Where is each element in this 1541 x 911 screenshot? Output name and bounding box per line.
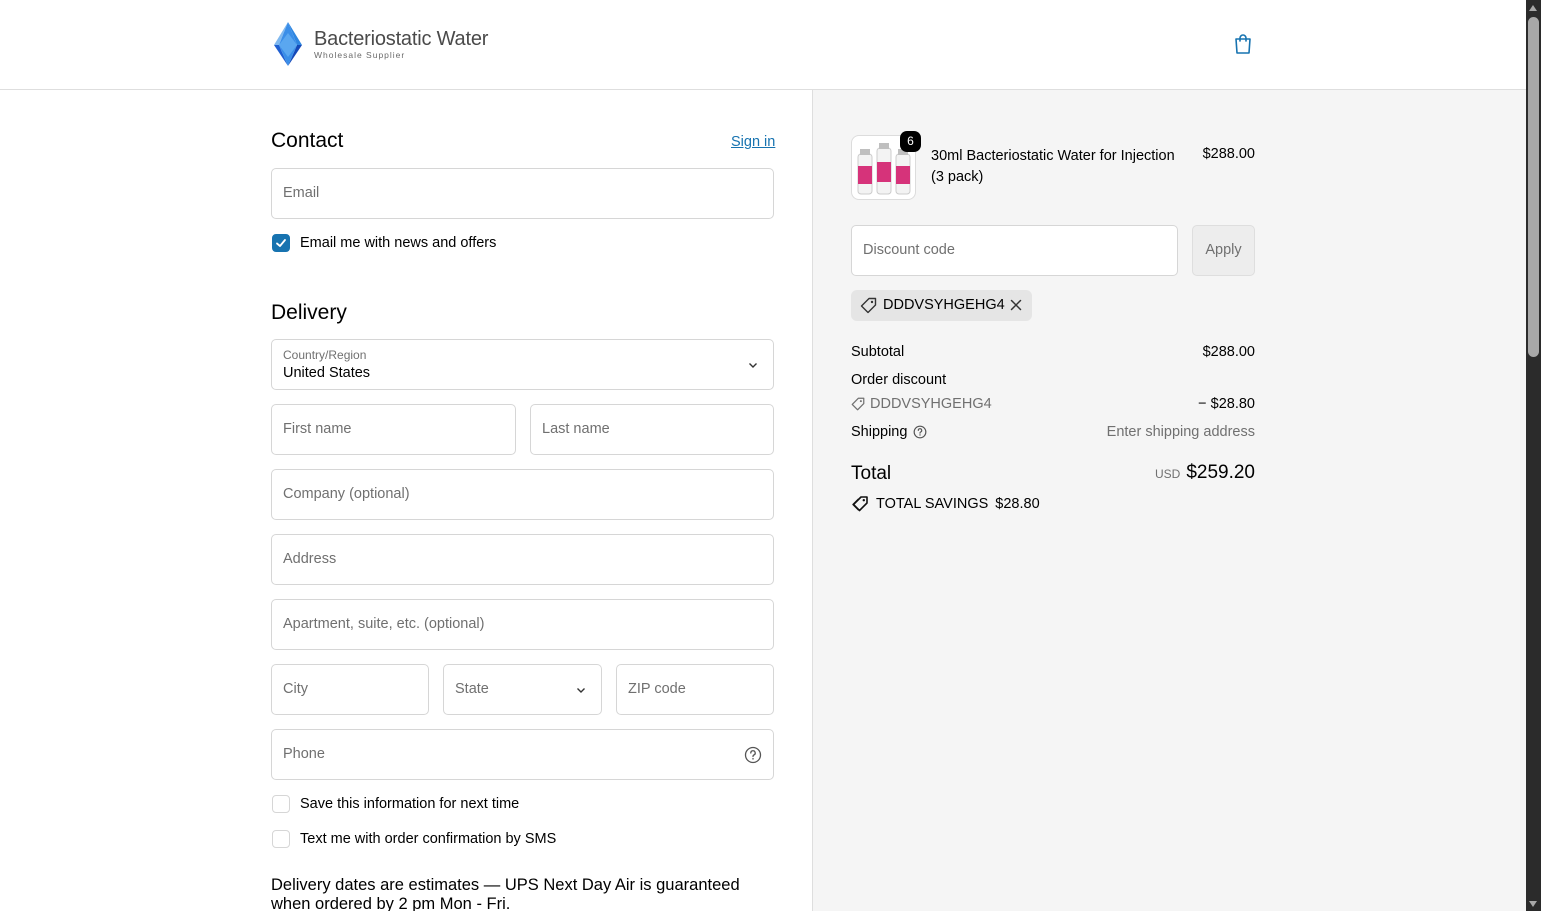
shipping-value: Enter shipping address — [1106, 424, 1255, 440]
apply-discount-button[interactable]: Apply — [1192, 225, 1255, 276]
apartment-field[interactable]: Apartment, suite, etc. (optional) — [271, 599, 774, 650]
page-scrollbar[interactable] — [1526, 0, 1541, 911]
order-discount-label: Order discount — [851, 372, 947, 388]
email-field[interactable]: Email — [271, 168, 774, 219]
state-select[interactable]: State — [443, 664, 602, 715]
savings-value: $28.80 — [995, 496, 1040, 512]
address-placeholder: Address — [283, 551, 337, 567]
header: Bacteriostatic Water Wholesale Supplier — [0, 0, 1526, 90]
scroll-down-arrow-icon[interactable] — [1529, 901, 1537, 907]
total-amount: USD $259.20 — [1155, 462, 1255, 484]
brand-subtitle: Wholesale Supplier — [314, 49, 406, 60]
discount-code-field[interactable]: Discount code — [851, 225, 1178, 276]
savings-label: TOTAL SAVINGS — [876, 496, 989, 512]
applied-discount-tag: DDDVSYHGEHG4 — [851, 290, 1032, 321]
applied-code: DDDVSYHGEHG4 — [883, 297, 1005, 313]
discount-code-text: DDDVSYHGEHG4 — [870, 396, 992, 412]
chevron-down-icon — [749, 363, 757, 368]
zip-field[interactable]: ZIP code — [616, 664, 774, 715]
last-name-placeholder: Last name — [542, 421, 610, 437]
phone-field[interactable]: Phone — [271, 729, 774, 780]
help-circle-icon[interactable] — [913, 425, 927, 439]
newsletter-label: Email me with news and offers — [300, 235, 497, 251]
discount-value: − $28.80 — [1198, 396, 1255, 412]
save-info-checkbox[interactable] — [272, 795, 290, 813]
chevron-down-icon — [577, 688, 585, 693]
help-circle-icon[interactable] — [744, 746, 762, 764]
phone-placeholder: Phone — [283, 746, 325, 762]
scrollbar-thumb[interactable] — [1528, 17, 1539, 357]
city-field[interactable]: City — [271, 664, 429, 715]
country-select[interactable]: Country/Region United States — [271, 339, 774, 390]
company-placeholder: Company (optional) — [283, 486, 410, 502]
first-name-field[interactable]: First name — [271, 404, 516, 455]
first-name-placeholder: First name — [283, 421, 352, 437]
sign-in-link[interactable]: Sign in — [731, 134, 775, 150]
sms-label: Text me with order confirmation by SMS — [300, 831, 557, 847]
state-placeholder: State — [455, 681, 489, 697]
brand-title: Bacteriostatic Water — [314, 27, 489, 50]
delivery-estimate-note: Delivery dates are estimates — UPS Next … — [271, 876, 740, 911]
sms-checkbox[interactable] — [272, 830, 290, 848]
save-info-label: Save this information for next time — [300, 796, 520, 812]
close-icon[interactable] — [1010, 299, 1022, 311]
country-value: United States — [283, 365, 371, 381]
savings-tag-icon — [852, 496, 868, 512]
brand-logo[interactable]: Bacteriostatic Water Wholesale Supplier — [271, 21, 488, 67]
subtotal-label: Subtotal — [851, 344, 905, 360]
last-name-field[interactable]: Last name — [530, 404, 774, 455]
shopping-bag-icon[interactable] — [1231, 32, 1255, 56]
product-name: 30ml Bacteriostatic Water for Injection … — [931, 148, 1175, 185]
email-placeholder: Email — [283, 185, 320, 201]
scroll-up-arrow-icon[interactable] — [1529, 5, 1537, 11]
address-field[interactable]: Address — [271, 534, 774, 585]
delivery-heading: Delivery — [271, 301, 347, 324]
shipping-row: Shipping — [851, 424, 927, 440]
discount-code-row: DDDVSYHGEHG4 — [851, 396, 992, 412]
tag-icon — [860, 297, 877, 314]
total-label: Total — [851, 463, 892, 484]
contact-heading: Contact — [271, 129, 344, 152]
zip-placeholder: ZIP code — [628, 681, 686, 697]
total-value: $259.20 — [1186, 462, 1255, 483]
water-drop-logo-icon — [274, 22, 302, 66]
newsletter-checkbox[interactable] — [272, 234, 290, 252]
city-placeholder: City — [283, 681, 308, 697]
total-savings-row: TOTAL SAVINGS $28.80 — [851, 495, 1040, 513]
company-field[interactable]: Company (optional) — [271, 469, 774, 520]
total-currency: USD — [1154, 467, 1181, 481]
subtotal-value: $288.00 — [1202, 344, 1255, 360]
country-label: Country/Region — [283, 348, 367, 362]
discount-placeholder: Discount code — [863, 242, 955, 258]
apartment-placeholder: Apartment, suite, etc. (optional) — [283, 616, 485, 632]
checkmark-icon — [276, 239, 286, 247]
product-price: $288.00 — [1202, 146, 1255, 162]
quantity-badge: 6 — [900, 131, 921, 152]
shipping-label: Shipping — [851, 424, 908, 440]
tag-icon — [851, 397, 865, 411]
